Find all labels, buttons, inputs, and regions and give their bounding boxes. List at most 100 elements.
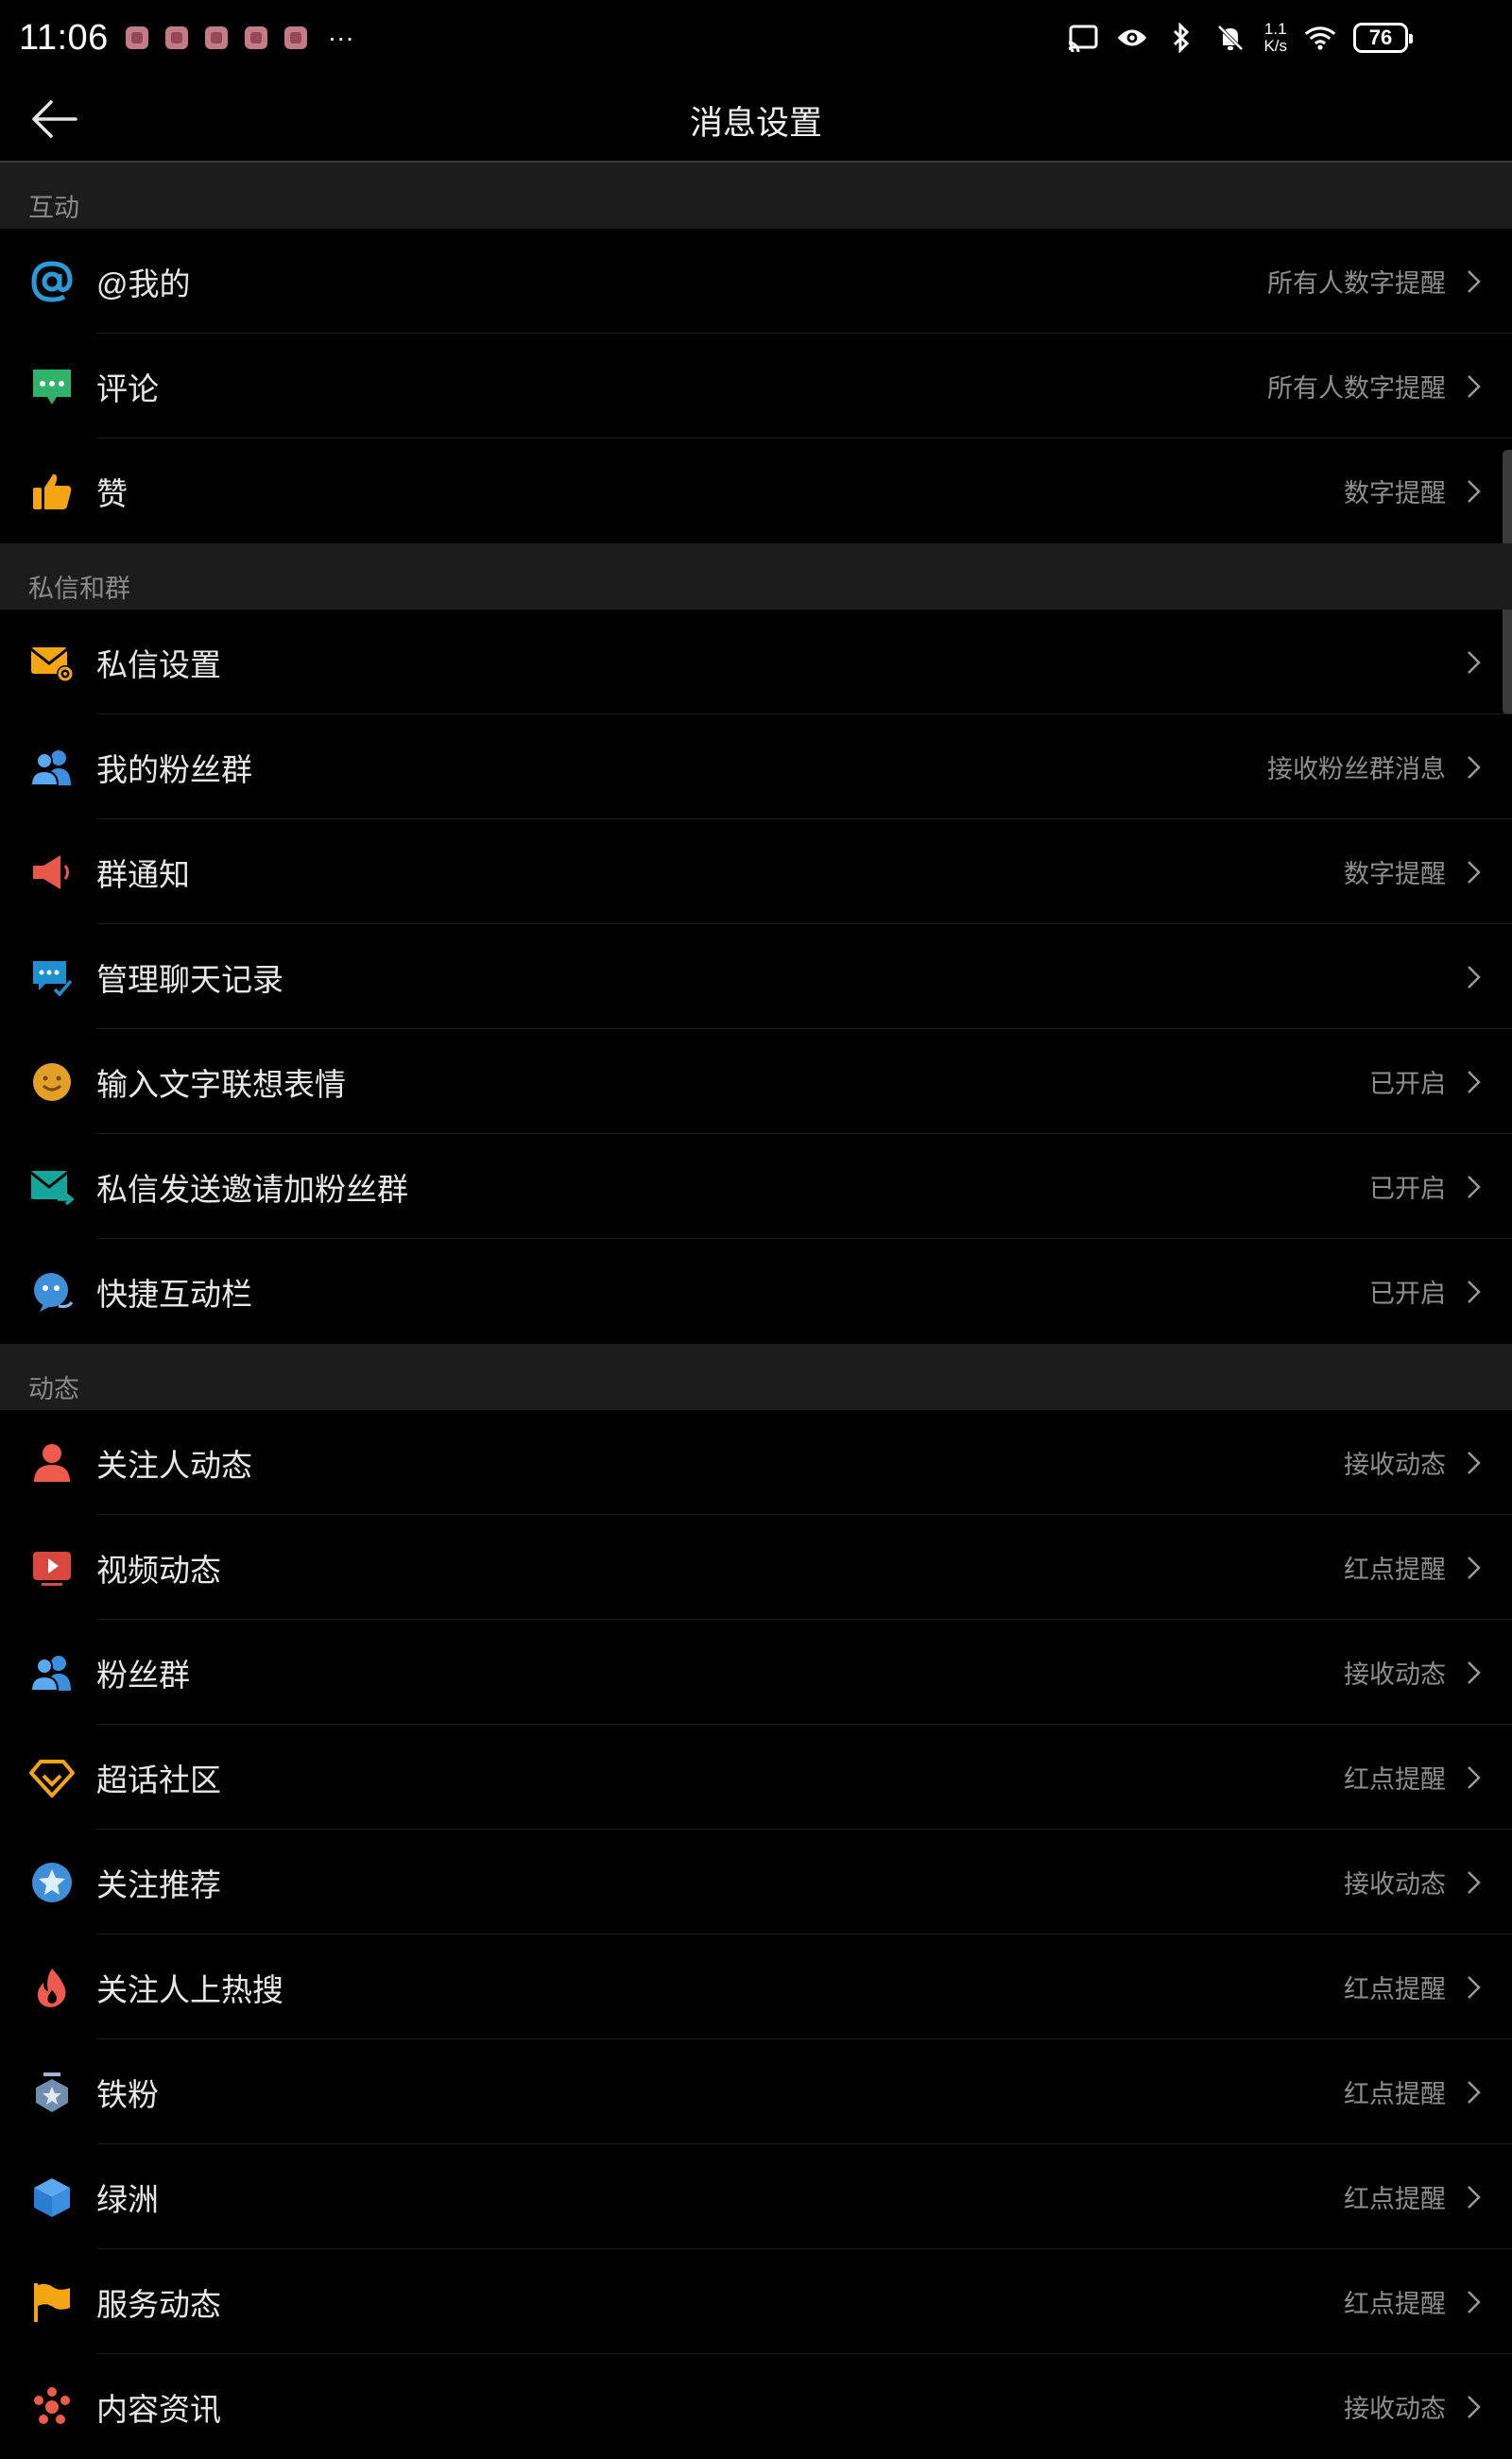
row-label: 内容资讯 [96,2391,221,2427]
status-time: 11:06 [19,17,109,58]
bluetooth-icon [1165,22,1197,54]
chevron-right-icon [1468,2290,1481,2313]
battery-indicator: 76 [1353,23,1413,53]
chevron-right-icon [1468,1070,1481,1093]
settings-list: 互动 @我的 所有人数字提醒 评论 所有人数字提醒 赞 数字提醒 私信和群 私信… [0,163,1512,2459]
news-icon [28,2383,76,2431]
chevron-right-icon [1468,269,1481,293]
medal-icon [28,2069,76,2116]
chevron-right-icon [1468,2080,1481,2104]
chevron-right-icon [1468,1556,1481,1579]
fan-group-icon [28,744,76,791]
row-value: 红点提醒 [1344,2080,1446,2108]
settings-row-chat-history[interactable]: 管理聊天记录 [0,924,1512,1029]
settings-row-fan-group-updates[interactable]: 粉丝群 接收动态 [0,1620,1512,1725]
mail-settings-icon [28,639,76,686]
row-value: 接收动态 [1344,1870,1446,1899]
row-value: 已开启 [1369,1175,1446,1203]
row-value: 数字提醒 [1344,479,1446,507]
row-label: 评论 [96,370,159,406]
title-bar: 消息设置 [0,76,1512,163]
chevron-right-icon [1468,479,1481,503]
cast-icon [1067,22,1099,54]
chevron-right-icon [1468,1765,1481,1789]
diamond-icon [28,1754,76,1801]
video-icon [28,1544,76,1591]
row-value: 接收动态 [1344,1660,1446,1689]
section-header-messages-groups: 私信和群 [0,543,1512,610]
row-value: 所有人数字提醒 [1267,269,1446,298]
settings-row-iron-fans[interactable]: 铁粉 红点提醒 [0,2039,1512,2144]
wifi-icon [1304,22,1336,54]
row-label: 快捷互动栏 [96,1276,252,1312]
chevron-right-icon [1468,1451,1481,1474]
row-label: 我的粉丝群 [96,751,252,787]
settings-row-invite-fan-group[interactable]: 私信发送邀请加粉丝群 已开启 [0,1134,1512,1239]
mail-forward-icon [28,1163,76,1211]
eye-icon [1116,22,1148,54]
notification-icon [125,26,148,49]
settings-row-mentions[interactable]: @我的 所有人数字提醒 [0,229,1512,334]
row-label: 关注推荐 [96,1866,221,1902]
row-value: 已开启 [1369,1280,1446,1308]
settings-row-service-updates[interactable]: 服务动态 红点提醒 [0,2249,1512,2354]
notification-icon [164,26,188,49]
row-label: 私信发送邀请加粉丝群 [96,1171,408,1207]
comment-icon [28,363,76,410]
status-bar: 11:06 ··· 1.1 K/s 76 [0,0,1512,76]
settings-row-video-updates[interactable]: 视频动态 红点提醒 [0,1515,1512,1620]
thumbs-up-icon [28,468,76,515]
settings-row-emoji-suggestions[interactable]: 输入文字联想表情 已开启 [0,1029,1512,1134]
network-speed: 1.1 K/s [1263,20,1287,55]
settings-row-content-news[interactable]: 内容资讯 接收动态 [0,2354,1512,2459]
settings-row-trending[interactable]: 关注人上热搜 红点提醒 [0,1935,1512,2039]
section-header-feed: 动态 [0,1344,1512,1410]
settings-row-my-fan-group[interactable]: 我的粉丝群 接收粉丝群消息 [0,714,1512,819]
notification-icon [284,26,307,49]
row-label: 铁粉 [96,2076,159,2112]
chat-history-icon [28,954,76,1001]
settings-row-private-messages[interactable]: 私信设置 [0,610,1512,714]
row-label: 赞 [96,475,128,511]
row-value: 红点提醒 [1344,2290,1446,2318]
settings-row-following-updates[interactable]: 关注人动态 接收动态 [0,1410,1512,1515]
settings-row-group-notices[interactable]: 群通知 数字提醒 [0,819,1512,924]
row-value: 红点提醒 [1344,1975,1446,2003]
chevron-right-icon [1468,860,1481,884]
row-value: 红点提醒 [1344,1765,1446,1794]
at-icon [28,258,76,305]
chevron-right-icon [1468,1975,1481,1999]
chevron-right-icon [1468,2395,1481,2418]
notification-icon [204,26,228,49]
chevron-right-icon [1468,1280,1481,1303]
row-label: 超话社区 [96,1762,221,1797]
person-icon [28,1439,76,1487]
settings-row-follow-recommendations[interactable]: 关注推荐 接收动态 [0,1830,1512,1935]
row-label: 粉丝群 [96,1657,190,1693]
chevron-right-icon [1468,2185,1481,2209]
row-label: 输入文字联想表情 [96,1066,346,1102]
row-value: 数字提醒 [1344,860,1446,888]
settings-row-comments[interactable]: 评论 所有人数字提醒 [0,334,1512,438]
settings-row-oasis[interactable]: 绿洲 红点提醒 [0,2144,1512,2249]
row-label: 关注人上热搜 [96,1971,284,2007]
cube-icon [28,2174,76,2221]
row-value: 所有人数字提醒 [1267,374,1446,403]
row-label: 绿洲 [96,2181,159,2217]
row-label: 关注人动态 [96,1447,252,1483]
chevron-right-icon [1468,1660,1481,1684]
row-value: 红点提醒 [1344,2185,1446,2213]
settings-row-quick-interaction-bar[interactable]: 快捷互动栏 已开启 [0,1239,1512,1344]
megaphone-icon [28,849,76,896]
star-recommend-icon [28,1859,76,1906]
settings-row-super-topic[interactable]: 超话社区 红点提醒 [0,1725,1512,1830]
settings-row-likes[interactable]: 赞 数字提醒 [0,438,1512,543]
chat-bubble-icon [28,1268,76,1315]
chevron-right-icon [1468,1175,1481,1198]
more-notifications-icon: ··· [327,23,354,52]
row-value: 接收动态 [1344,2395,1446,2423]
page-title: 消息设置 [689,105,822,142]
chevron-right-icon [1468,965,1481,989]
row-value: 红点提醒 [1344,1556,1446,1584]
section-header-interaction: 互动 [0,163,1512,229]
